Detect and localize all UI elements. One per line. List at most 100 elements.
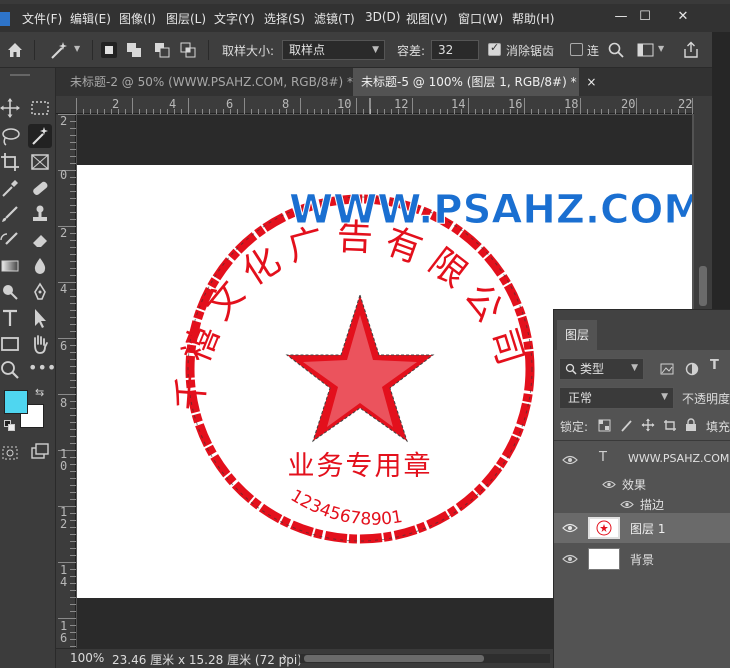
fill-label: 填充: [706, 420, 730, 434]
menu-3d[interactable]: 3D(D): [365, 10, 400, 24]
new-selection-button[interactable]: [101, 42, 117, 58]
menu-type[interactable]: 文字(Y): [214, 10, 255, 27]
layer-row-background[interactable]: 背景: [554, 544, 730, 574]
filter-pixel-icon[interactable]: [660, 362, 674, 376]
horizontal-ruler[interactable]: 2 4 6 8 10 12 14 16 18 20 22: [56, 96, 712, 114]
home-icon[interactable]: [6, 41, 24, 59]
vertical-ruler[interactable]: 2 0 2 4 6 8 1 0 1 2 1 4 1 6: [56, 114, 76, 648]
menu-filter[interactable]: 滤镜(T): [314, 10, 355, 27]
more-tools-icon[interactable]: •••: [28, 358, 56, 382]
zoom-level[interactable]: 100%: [70, 651, 104, 665]
zoom-tool-icon[interactable]: [0, 358, 22, 382]
chevron-down-icon[interactable]: ▼: [658, 44, 664, 53]
foreground-color-swatch[interactable]: [4, 390, 28, 414]
move-tool-icon[interactable]: [0, 96, 22, 120]
scrollbar-thumb[interactable]: [304, 655, 484, 662]
lock-position-icon[interactable]: [641, 418, 655, 432]
menu-help[interactable]: 帮助(H): [512, 10, 554, 27]
seal-serial-number: 12345678901: [287, 486, 404, 530]
screen-mode-icon[interactable]: [30, 442, 50, 460]
filter-type-icon[interactable]: T: [710, 358, 719, 373]
magic-wand-tool-icon[interactable]: [28, 124, 52, 148]
menu-image[interactable]: 图像(I): [119, 10, 156, 27]
tolerance-input[interactable]: 32: [431, 40, 479, 60]
marquee-tool-icon[interactable]: [28, 96, 52, 120]
magic-wand-tool-icon[interactable]: [48, 40, 70, 60]
gradient-tool-icon[interactable]: [0, 254, 22, 278]
lock-all-icon[interactable]: [685, 418, 697, 432]
antialias-label: 消除锯齿: [506, 44, 555, 58]
search-icon[interactable]: [608, 42, 624, 58]
menu-file[interactable]: 文件(F): [22, 10, 62, 27]
document-size-info: 23.46 厘米 x 15.28 厘米 (72 ppi): [112, 653, 302, 667]
contiguous-checkbox[interactable]: [570, 43, 583, 56]
blur-tool-icon[interactable]: [28, 254, 52, 278]
eraser-tool-icon[interactable]: [28, 228, 52, 252]
visibility-eye-icon[interactable]: [620, 500, 634, 509]
filter-adjustment-icon[interactable]: [685, 362, 699, 376]
options-bar: ▼ 取样大小: 取样点 ▼ 容差: 32 消除锯齿 连 ▼: [0, 32, 712, 68]
blend-mode-value: 正常: [568, 391, 593, 405]
hand-tool-icon[interactable]: [28, 332, 52, 356]
antialias-checkbox[interactable]: [488, 41, 501, 56]
path-selection-tool-icon[interactable]: [28, 306, 52, 330]
layer-row-layer-1[interactable]: 图层 1: [554, 513, 730, 543]
lasso-tool-icon[interactable]: [0, 124, 22, 148]
visibility-eye-icon[interactable]: [562, 523, 578, 533]
tool-preset-chevron-icon[interactable]: ▼: [74, 44, 80, 53]
status-menu-arrow-icon[interactable]: ›: [282, 650, 287, 665]
type-tool-icon[interactable]: [0, 306, 22, 330]
sample-size-label: 取样大小:: [222, 44, 275, 58]
visibility-eye-icon[interactable]: [602, 480, 616, 489]
menu-window[interactable]: 窗口(W): [458, 10, 503, 27]
quick-mask-icon[interactable]: [0, 444, 20, 462]
layer-name[interactable]: WWW.PSAHZ.COM: [628, 452, 729, 465]
lock-artboard-icon[interactable]: [663, 419, 677, 432]
tab-layers[interactable]: 图层: [557, 320, 598, 350]
default-colors-icon[interactable]: [4, 420, 16, 432]
menu-select[interactable]: 选择(S): [264, 10, 305, 27]
rectangle-tool-icon[interactable]: [0, 332, 22, 356]
pen-tool-icon[interactable]: [28, 280, 52, 304]
layer-thumbnail[interactable]: [588, 517, 620, 539]
swap-colors-icon[interactable]: ⇆: [35, 386, 44, 399]
crop-tool-icon[interactable]: [0, 150, 22, 174]
menu-layer[interactable]: 图层(L): [166, 10, 206, 27]
layer-name[interactable]: 背景: [630, 551, 654, 568]
brush-tool-icon[interactable]: [0, 202, 22, 226]
sample-size-dropdown[interactable]: 取样点 ▼: [282, 40, 385, 60]
dodge-tool-icon[interactable]: [0, 280, 22, 304]
healing-brush-tool-icon[interactable]: [28, 176, 52, 200]
tab-document-5[interactable]: 未标题-5 @ 100% (图层 1, RGB/8#) * ×: [353, 68, 596, 96]
clone-stamp-tool-icon[interactable]: [28, 202, 52, 226]
layer-row-text[interactable]: T WWW.PSAHZ.COM: [554, 446, 730, 474]
frame-tool-icon[interactable]: [28, 150, 52, 174]
history-brush-tool-icon[interactable]: [0, 228, 22, 252]
blend-mode-dropdown[interactable]: 正常 ▼: [559, 387, 674, 409]
layer-filter-dropdown[interactable]: 类型 ▼: [559, 358, 644, 380]
layer-effects-row[interactable]: 效果: [554, 474, 730, 494]
layer-effect-stroke-row[interactable]: 描边: [554, 494, 730, 514]
toolbar-grip[interactable]: [10, 74, 30, 76]
menu-edit[interactable]: 编辑(E): [70, 10, 111, 27]
lock-transparent-icon[interactable]: [598, 419, 611, 432]
seal-star-texture: [303, 315, 417, 427]
subtract-from-selection-icon[interactable]: [154, 42, 170, 58]
menu-view[interactable]: 视图(V): [406, 10, 448, 27]
intersect-selection-icon[interactable]: [180, 42, 196, 58]
share-icon[interactable]: [682, 41, 700, 59]
eyedropper-tool-icon[interactable]: [0, 176, 22, 200]
layer-thumbnail[interactable]: [588, 548, 620, 570]
close-icon[interactable]: ×: [586, 75, 596, 89]
lock-image-brush-icon[interactable]: [620, 419, 633, 432]
layer-name[interactable]: 图层 1: [630, 520, 665, 537]
visibility-eye-icon[interactable]: [562, 554, 578, 564]
add-to-selection-icon[interactable]: [126, 42, 142, 58]
workspace-layout-icon[interactable]: [637, 42, 655, 58]
maximize-button[interactable]: ☐: [630, 8, 660, 26]
visibility-eye-icon[interactable]: [562, 455, 578, 465]
scrollbar-thumb[interactable]: [699, 266, 707, 306]
tab-document-2[interactable]: 未标题-2 @ 50% (WWW.PSAHZ.COM, RGB/8#) * ×: [62, 68, 381, 96]
horizontal-scrollbar[interactable]: [300, 654, 550, 663]
close-window-button[interactable]: ✕: [668, 8, 698, 26]
